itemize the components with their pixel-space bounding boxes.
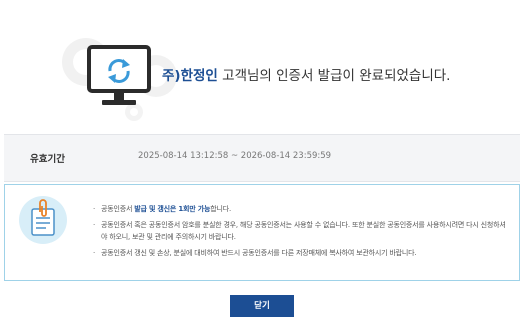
clipboard-notice-icon: [19, 196, 67, 244]
notice-item: 공동인증서 혹은 공동인증서 암호를 분실한 경우, 해당 공동인증서는 사용할…: [93, 219, 511, 243]
notice-box: 공동인증서 발급 및 갱신은 1회만 가능합니다. 공동인증서 혹은 공동인증서…: [4, 184, 520, 281]
notice-item: 공동인증서 발급 및 갱신은 1회만 가능합니다.: [93, 203, 511, 215]
close-button[interactable]: 닫기: [230, 295, 294, 317]
notice-item: 공동인증서 갱신 및 손상, 분실에 대비하여 반드시 공동인증서를 다른 저장…: [93, 247, 511, 259]
validity-range: 2025-08-14 13:12:58 ~ 2026-08-14 23:59:5…: [138, 151, 332, 161]
monitor-refresh-icon: [87, 45, 151, 105]
notice-highlight: 발급 및 갱신은 1회만 가능: [134, 205, 211, 213]
company-name: 주)한정인: [162, 68, 218, 84]
completion-message: 주)한정인 고객님의 인증서 발급이 완료되었습니다.: [162, 64, 450, 84]
validity-label: 유효기간: [30, 154, 65, 165]
notice-list: 공동인증서 발급 및 갱신은 1회만 가능합니다. 공동인증서 혹은 공동인증서…: [93, 203, 511, 263]
validity-panel: 유효기간 2025-08-14 13:12:58 ~ 2026-08-14 23…: [4, 134, 520, 182]
completion-text: 고객님의 인증서 발급이 완료되었습니다.: [217, 68, 451, 84]
